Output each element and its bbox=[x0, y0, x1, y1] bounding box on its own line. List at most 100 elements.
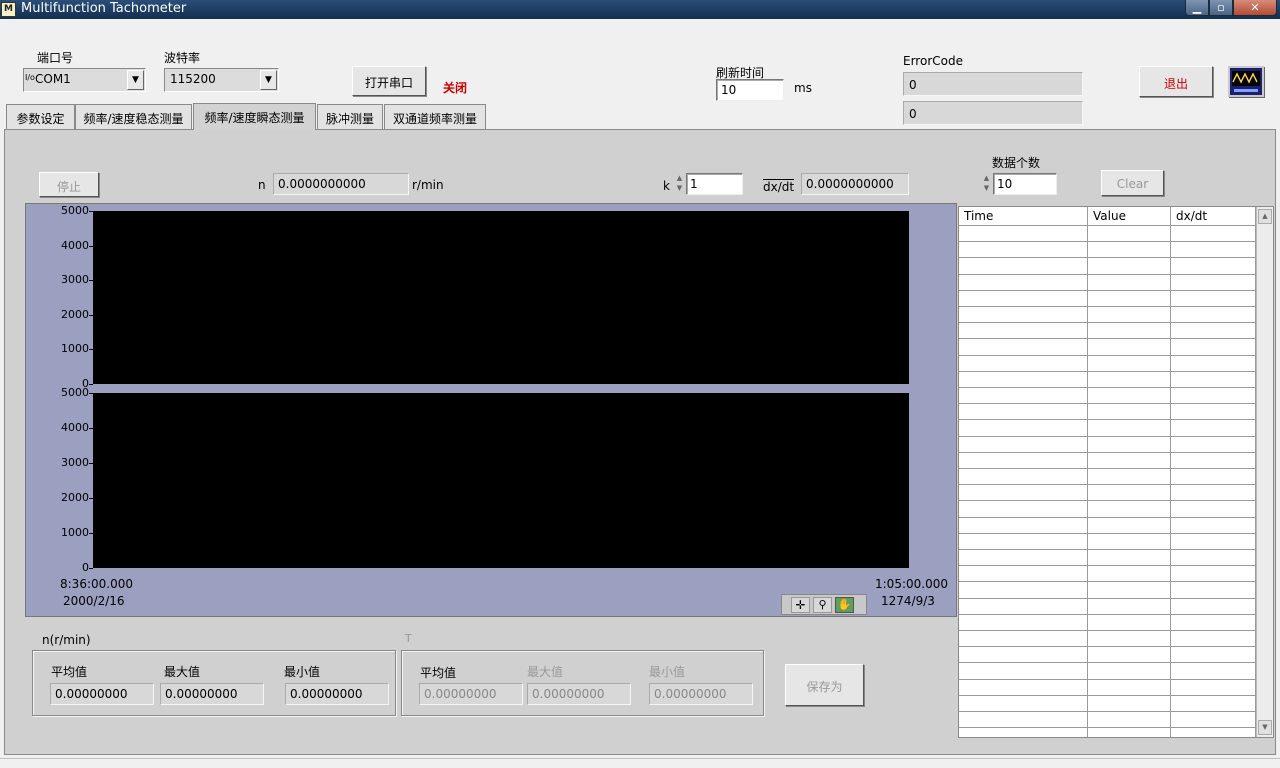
table-row-line bbox=[959, 468, 1256, 469]
k-label: k bbox=[663, 179, 670, 193]
stats-t-max-field: 0.00000000 bbox=[527, 683, 631, 705]
close-button[interactable]: ✕ bbox=[1233, 0, 1277, 16]
tab-parameters[interactable]: 参数设定 bbox=[6, 104, 75, 129]
stats-t-min-label: 最小值 bbox=[649, 665, 686, 679]
y-tick-label: 0 bbox=[82, 561, 89, 574]
table-row-line bbox=[959, 630, 1256, 631]
stop-button[interactable]: 停止 bbox=[39, 172, 99, 197]
n-unit: r/min bbox=[412, 178, 444, 192]
table-col-line bbox=[1087, 207, 1088, 737]
tab-steady-measurement[interactable]: 频率/速度稳态测量 bbox=[75, 104, 192, 129]
open-port-button[interactable]: 打开串口 bbox=[352, 66, 426, 96]
table-row-line bbox=[959, 517, 1256, 518]
table-row-line bbox=[959, 695, 1256, 696]
table-row-line bbox=[959, 452, 1256, 453]
y-tick-label: 5000 bbox=[61, 204, 89, 217]
table-row-line bbox=[959, 581, 1256, 582]
x-end-date: 1274/9/3 bbox=[881, 594, 935, 608]
baud-select[interactable]: 115200 ▼ bbox=[164, 68, 279, 92]
table-row-line bbox=[959, 679, 1256, 680]
table-row-line bbox=[959, 549, 1256, 550]
status-strip bbox=[0, 758, 1280, 768]
y-tick-label: 1000 bbox=[61, 526, 89, 539]
minimize-button[interactable]: ▁ bbox=[1185, 0, 1209, 16]
cursor-tool-icon[interactable]: ✛ bbox=[791, 597, 810, 613]
count-label: 数据个数 bbox=[992, 156, 1041, 170]
y-tick-label: 2000 bbox=[61, 307, 89, 321]
y-tick-label: 4000 bbox=[61, 238, 89, 252]
scroll-down-icon[interactable]: ▼ bbox=[1258, 720, 1272, 735]
stats-n-title: n(r/min) bbox=[42, 633, 91, 647]
count-spinner-icon[interactable]: ▲ ▼ bbox=[981, 173, 992, 195]
maximize-button[interactable]: ▫ bbox=[1209, 0, 1233, 16]
errorcode-field-1: 0 bbox=[903, 72, 1083, 96]
clear-button[interactable]: Clear bbox=[1101, 170, 1164, 196]
col-head-value: Value bbox=[1088, 207, 1170, 225]
baud-value: 115200 bbox=[170, 72, 216, 86]
y-tick-label: 5000 bbox=[61, 386, 89, 399]
table-row-line bbox=[959, 484, 1256, 485]
n-label: n bbox=[258, 178, 266, 192]
app-icon: M bbox=[1, 2, 16, 17]
tab-transient-measurement[interactable]: 频率/速度瞬态测量 bbox=[193, 103, 316, 130]
save-as-button[interactable]: 保存为 bbox=[785, 664, 864, 706]
table-row-line bbox=[959, 727, 1256, 728]
exit-button[interactable]: 退出 bbox=[1139, 66, 1213, 97]
table-row-line bbox=[959, 419, 1256, 420]
count-input[interactable]: 10 bbox=[993, 173, 1057, 195]
y-tick-mark bbox=[89, 463, 93, 464]
baud-label: 波特率 bbox=[164, 51, 201, 65]
k-input[interactable]: 1 bbox=[686, 173, 743, 195]
y-tick-label: 3000 bbox=[61, 273, 89, 287]
col-head-dxdt: dx/dt bbox=[1171, 207, 1255, 225]
scroll-up-icon[interactable]: ▲ bbox=[1258, 209, 1272, 224]
stats-n-max-label: 最大值 bbox=[164, 665, 201, 679]
stats-n-avg-label: 平均值 bbox=[51, 665, 88, 679]
tab-pulse-measurement[interactable]: 脉冲测量 bbox=[317, 104, 383, 129]
title-bar bbox=[0, 0, 1280, 19]
plot-area-bottom[interactable] bbox=[93, 393, 909, 568]
stats-t-avg-field: 0.00000000 bbox=[419, 683, 523, 705]
chevron-down-icon[interactable]: ▼ bbox=[260, 70, 277, 90]
zoom-tool-icon[interactable]: ⚲ bbox=[813, 597, 832, 613]
table-row-line bbox=[959, 387, 1256, 388]
y-tick-mark bbox=[89, 428, 93, 429]
y-tick-mark bbox=[89, 498, 93, 499]
table-row-line bbox=[959, 274, 1256, 275]
plot-area-top[interactable] bbox=[93, 211, 909, 384]
table-scrollbar[interactable]: ▲ ▼ bbox=[1256, 207, 1273, 737]
errorcode-field-2: 0 bbox=[903, 101, 1083, 125]
table-row-line bbox=[959, 225, 1256, 226]
window-title: Multifunction Tachometer bbox=[21, 1, 187, 16]
table-row-line bbox=[959, 338, 1256, 339]
col-head-time: Time bbox=[959, 207, 1087, 225]
stats-n-max-field: 0.00000000 bbox=[160, 683, 264, 705]
dxdt-value-field: 0.0000000000 bbox=[801, 173, 909, 195]
port-status: 关闭 bbox=[443, 81, 468, 95]
x-start-date: 2000/2/16 bbox=[63, 594, 125, 608]
pan-tool-icon[interactable]: ✋ bbox=[835, 597, 854, 613]
port-select[interactable]: I/o COM1 ▼ bbox=[23, 68, 146, 92]
y-tick-mark bbox=[89, 211, 93, 212]
y-tick-mark bbox=[89, 533, 93, 534]
table-row-line bbox=[959, 662, 1256, 663]
k-spinner-icon[interactable]: ▲ ▼ bbox=[674, 173, 685, 195]
stats-t-min-field: 0.00000000 bbox=[649, 683, 753, 705]
data-table[interactable]: Time Value dx/dt ▲ ▼ bbox=[958, 206, 1274, 738]
x-end-time: 1:05:00.000 bbox=[875, 577, 948, 591]
y-tick-label: 2000 bbox=[61, 491, 89, 504]
table-col-line bbox=[1170, 207, 1171, 737]
table-row-line bbox=[959, 598, 1256, 599]
errorcode-label: ErrorCode bbox=[903, 54, 963, 68]
dxdt-label: dx/dt bbox=[763, 179, 795, 194]
io-prefix: I/o bbox=[25, 73, 35, 82]
table-row-line bbox=[959, 403, 1256, 404]
tab-dual-channel[interactable]: 双通道频率测量 bbox=[384, 104, 486, 129]
refresh-input[interactable]: 10 bbox=[716, 79, 784, 101]
y-tick-label: 3000 bbox=[61, 456, 89, 469]
n-value-field: 0.0000000000 bbox=[273, 173, 409, 195]
table-row-line bbox=[959, 306, 1256, 307]
table-row-line bbox=[959, 614, 1256, 615]
table-row-line bbox=[959, 500, 1256, 501]
chevron-down-icon[interactable]: ▼ bbox=[127, 70, 144, 90]
